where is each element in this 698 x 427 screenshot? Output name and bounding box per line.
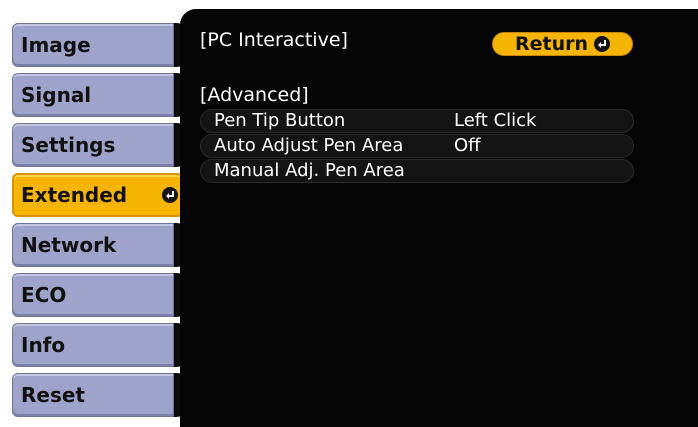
return-button[interactable]: Return: [492, 32, 633, 56]
sidebar-item-image[interactable]: Image: [12, 23, 192, 67]
setting-value: Left Click: [454, 110, 537, 131]
setting-name: Auto Adjust Pen Area: [214, 135, 404, 156]
return-button-label: Return: [515, 33, 589, 55]
sidebar-item-eco[interactable]: ECO: [12, 273, 192, 317]
page-title: [PC Interactive]: [200, 29, 348, 51]
sidebar-item-label: ECO: [21, 283, 67, 307]
setting-value: Off: [454, 135, 481, 156]
sidebar-menu: Image Signal Settings Extended Network E…: [0, 0, 200, 427]
sidebar-item-network[interactable]: Network: [12, 223, 192, 267]
setting-name: Manual Adj. Pen Area: [214, 160, 405, 181]
enter-icon: [162, 187, 178, 203]
sidebar-item-label: Image: [21, 33, 91, 57]
sidebar-item-settings[interactable]: Settings: [12, 123, 192, 167]
sidebar-item-info[interactable]: Info: [12, 323, 192, 367]
setting-row-auto-adjust-pen-area[interactable]: Auto Adjust Pen Area Off: [200, 134, 634, 158]
section-heading: [Advanced]: [200, 84, 309, 106]
sidebar-item-label: Network: [21, 233, 117, 257]
settings-panel: [PC Interactive] Return [Advanced] Pen T…: [180, 9, 698, 427]
sidebar-item-reset[interactable]: Reset: [12, 373, 192, 417]
sidebar-item-label: Reset: [21, 383, 85, 407]
sidebar-item-label: Info: [21, 333, 66, 357]
setting-name: Pen Tip Button: [214, 110, 346, 131]
sidebar-item-label: Signal: [21, 83, 92, 107]
sidebar-item-label: Extended: [21, 183, 128, 207]
enter-icon: [594, 36, 610, 52]
setting-row-manual-adj-pen-area[interactable]: Manual Adj. Pen Area: [200, 159, 634, 183]
sidebar-item-label: Settings: [21, 133, 116, 157]
sidebar-item-extended[interactable]: Extended: [12, 173, 192, 217]
setting-row-pen-tip-button[interactable]: Pen Tip Button Left Click: [200, 109, 634, 133]
sidebar-item-signal[interactable]: Signal: [12, 73, 192, 117]
